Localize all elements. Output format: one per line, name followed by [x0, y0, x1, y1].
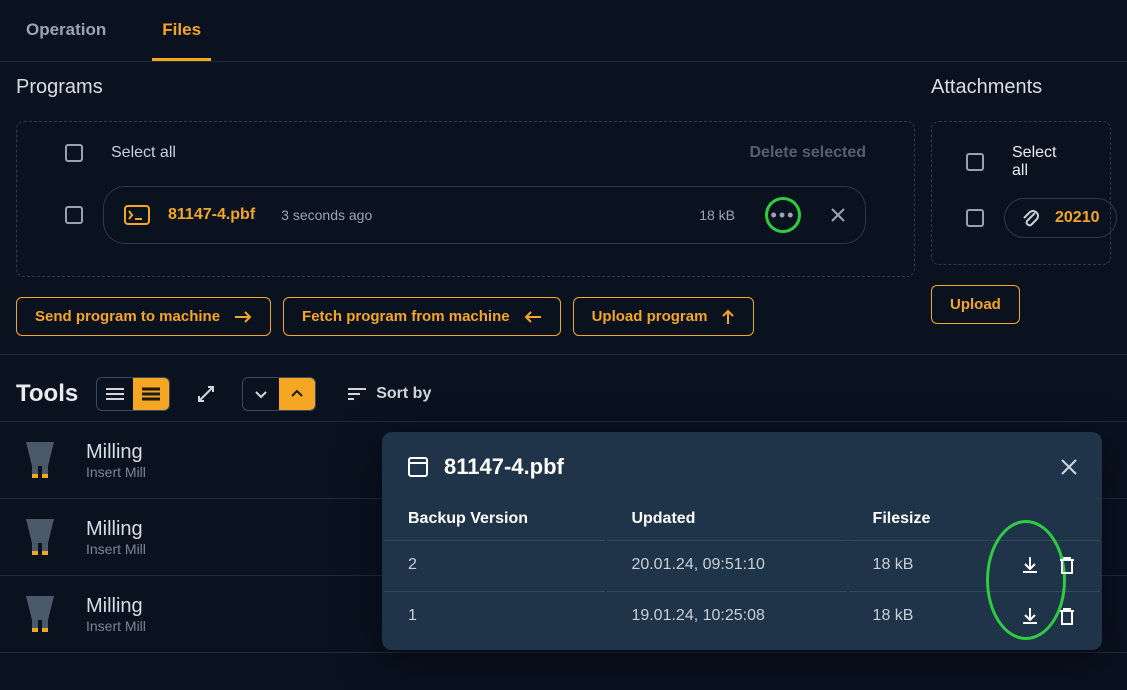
- tab-files[interactable]: Files: [152, 0, 211, 61]
- sort-icon: [348, 387, 366, 401]
- select-all-label: Select all: [111, 144, 176, 162]
- remove-file-button[interactable]: [831, 208, 845, 222]
- tool-name: Milling: [86, 441, 146, 464]
- cell-size: 18 kB: [849, 540, 988, 589]
- file-icon: [406, 455, 430, 479]
- collapse-expand-toggle: [242, 377, 316, 411]
- arrow-left-icon: [524, 310, 542, 324]
- panels: Programs Select all Delete selected 8114…: [0, 62, 1127, 355]
- sort-by-button[interactable]: Sort by: [348, 385, 431, 403]
- file-chip[interactable]: 81147-4.pbf 3 seconds ago 18 kB •••: [103, 186, 866, 244]
- table-row: 2 20.01.24, 09:51:10 18 kB: [384, 540, 1100, 589]
- upload-program-button[interactable]: Upload program: [573, 297, 755, 336]
- close-modal-button[interactable]: [1060, 458, 1078, 476]
- more-icon: •••: [771, 205, 796, 226]
- col-updated: Updated: [607, 500, 846, 538]
- tools-title: Tools: [16, 380, 78, 408]
- chevron-down-button[interactable]: [243, 378, 279, 410]
- col-filesize: Filesize: [849, 500, 988, 538]
- more-menu-button[interactable]: •••: [765, 197, 801, 233]
- file-size: 18 kB: [699, 207, 735, 223]
- attach-file-checkbox[interactable]: [966, 209, 984, 227]
- delete-selected-button[interactable]: Delete selected: [749, 144, 866, 162]
- mill-icon: [16, 436, 64, 484]
- select-all-checkbox[interactable]: [65, 144, 83, 162]
- file-checkbox[interactable]: [65, 206, 83, 224]
- download-button[interactable]: [1020, 555, 1040, 575]
- cell-version: 2: [384, 540, 605, 589]
- tool-subtitle: Insert Mill: [86, 464, 146, 480]
- backup-versions-modal: 81147-4.pbf Backup Version Updated Files…: [382, 432, 1102, 650]
- file-name: 81147-4.pbf: [168, 206, 255, 224]
- delete-button[interactable]: [1058, 555, 1076, 575]
- expand-icon[interactable]: [188, 384, 224, 404]
- view-list-button[interactable]: [97, 378, 133, 410]
- tool-subtitle: Insert Mill: [86, 541, 146, 557]
- programs-buttons: Send program to machine Fetch program fr…: [16, 297, 915, 336]
- modal-title: 81147-4.pbf: [444, 454, 564, 480]
- cell-updated: 19.01.24, 10:25:08: [607, 591, 846, 640]
- table-row: 1 19.01.24, 10:25:08 18 kB: [384, 591, 1100, 640]
- chevron-up-button[interactable]: [279, 378, 315, 410]
- attach-select-all-checkbox[interactable]: [966, 153, 984, 171]
- programs-title: Programs: [16, 76, 915, 99]
- attachment-name: 20210: [1055, 209, 1100, 227]
- tools-toolbar: Tools Sort by: [0, 355, 1127, 421]
- paperclip-icon: [1021, 209, 1041, 227]
- col-version: Backup Version: [384, 500, 605, 538]
- cell-updated: 20.01.24, 09:51:10: [607, 540, 846, 589]
- view-compact-button[interactable]: [133, 378, 169, 410]
- attachments-panel: Attachments Select all 20210 Upload: [931, 76, 1111, 336]
- tool-name: Milling: [86, 595, 146, 618]
- tab-operation[interactable]: Operation: [16, 0, 116, 61]
- attachments-title: Attachments: [931, 76, 1111, 99]
- program-file-row: 81147-4.pbf 3 seconds ago 18 kB •••: [33, 180, 898, 250]
- tool-subtitle: Insert Mill: [86, 618, 146, 634]
- arrow-up-icon: [721, 309, 735, 325]
- mill-icon: [16, 513, 64, 561]
- send-program-button[interactable]: Send program to machine: [16, 297, 271, 336]
- programs-box: Select all Delete selected 81147-4.pbf 3…: [16, 121, 915, 277]
- attach-select-all-label: Select all: [1012, 144, 1076, 180]
- file-age: 3 seconds ago: [281, 207, 372, 223]
- delete-button[interactable]: [1058, 606, 1076, 626]
- view-toggle: [96, 377, 170, 411]
- cell-version: 1: [384, 591, 605, 640]
- attachment-chip[interactable]: 20210: [1004, 198, 1117, 238]
- upload-attachment-button[interactable]: Upload: [931, 285, 1020, 324]
- fetch-program-button[interactable]: Fetch program from machine: [283, 297, 561, 336]
- program-file-icon: [124, 205, 150, 225]
- cell-size: 18 kB: [849, 591, 988, 640]
- sort-by-label: Sort by: [376, 385, 431, 403]
- download-button[interactable]: [1020, 606, 1040, 626]
- tabs: Operation Files: [0, 0, 1127, 62]
- attachments-box: Select all 20210: [931, 121, 1111, 265]
- tool-name: Milling: [86, 518, 146, 541]
- programs-panel: Programs Select all Delete selected 8114…: [16, 76, 915, 336]
- mill-icon: [16, 590, 64, 638]
- backup-table: Backup Version Updated Filesize 2 20.01.…: [382, 498, 1102, 642]
- programs-selectall-row: Select all Delete selected: [33, 136, 898, 170]
- arrow-right-icon: [234, 310, 252, 324]
